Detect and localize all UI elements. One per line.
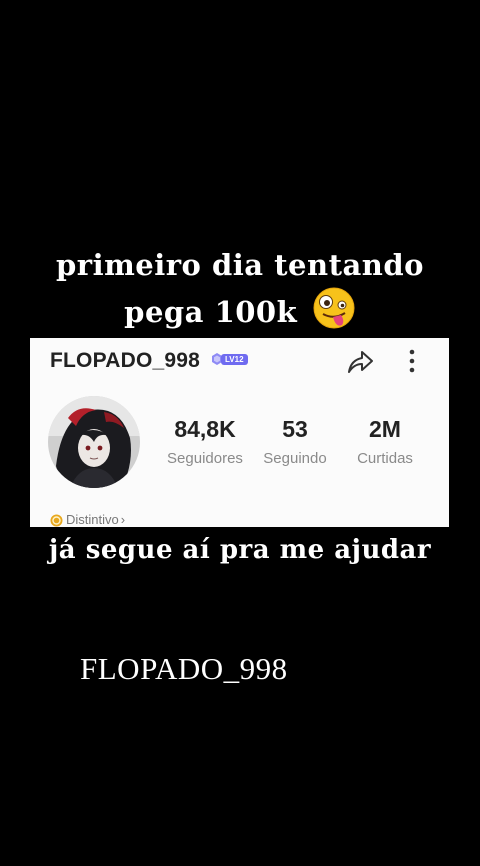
stat-followers[interactable]: 84,8K Seguidores	[158, 416, 252, 467]
following-label: Seguindo	[263, 450, 327, 467]
vertical-dots-icon[interactable]	[405, 348, 419, 376]
avatar[interactable]	[48, 396, 140, 488]
profile-card: FLOPADO_998 LV12 84,8K Seguidores 53 Seg…	[30, 338, 449, 527]
profile-username: FLOPADO_998	[50, 349, 201, 372]
stat-following[interactable]: 53 Seguindo	[254, 416, 336, 467]
badge-coin-icon	[50, 514, 63, 526]
caption-line-2-row: pega 100k	[0, 286, 480, 333]
stat-likes[interactable]: 2M Curtidas	[344, 416, 426, 467]
caption-handle: FLOPADO_998	[80, 651, 288, 686]
followers-label: Seguidores	[167, 450, 243, 467]
level-label: LV12	[221, 353, 248, 365]
caption-line-1: primeiro dia tentando	[56, 248, 424, 282]
badge-link[interactable]: Distintivo ›	[50, 512, 125, 527]
zany-face-emoji-icon	[313, 287, 355, 329]
level-badge[interactable]: LV12	[211, 353, 248, 365]
following-count: 53	[282, 416, 308, 442]
likes-count: 2M	[369, 416, 401, 442]
caption-line-2: pega 100k	[124, 295, 298, 329]
badge-link-label: Distintivo	[66, 512, 119, 527]
followers-count: 84,8K	[174, 416, 236, 442]
likes-label: Curtidas	[357, 450, 413, 467]
chevron-right-icon: ›	[120, 512, 126, 527]
share-arrow-icon[interactable]	[345, 348, 375, 376]
caption-top: primeiro dia tentando pega 100k	[0, 244, 480, 333]
caption-bottom: já segue aí pra me ajudar	[48, 535, 432, 565]
